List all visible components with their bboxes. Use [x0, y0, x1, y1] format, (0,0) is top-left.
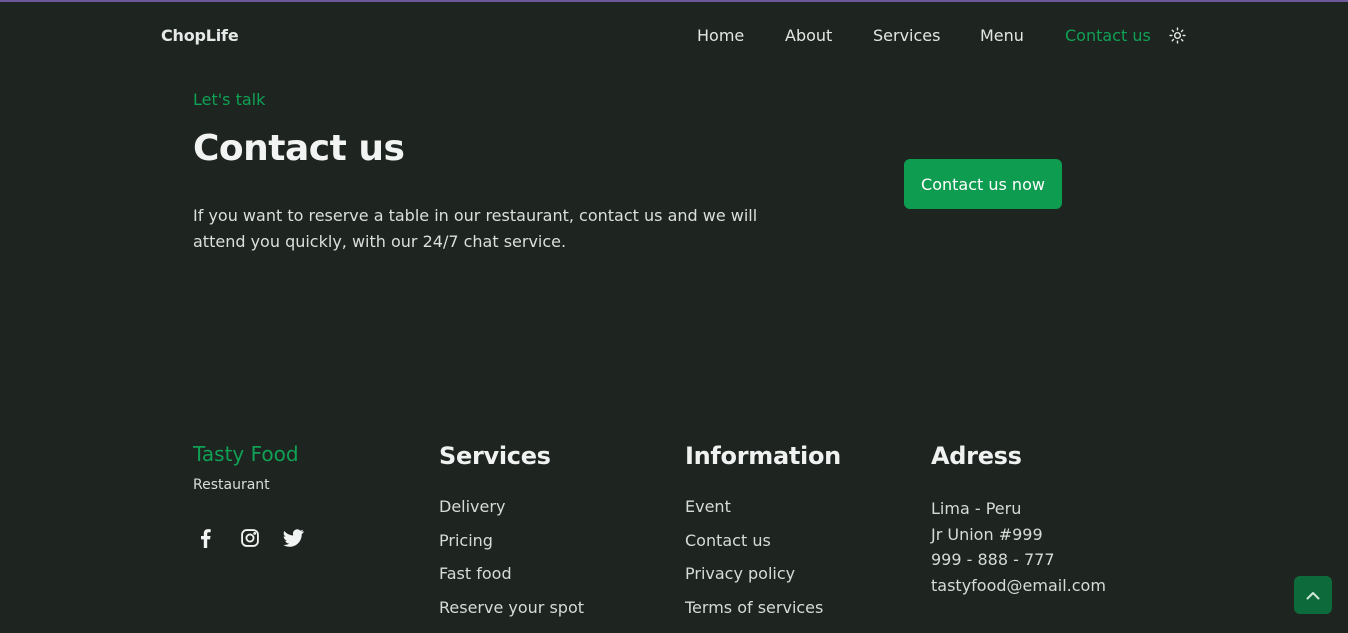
nav-home[interactable]: Home	[697, 26, 744, 45]
chevron-up-icon	[1306, 591, 1320, 599]
twitter-icon[interactable]	[281, 526, 305, 550]
footer-link-delivery[interactable]: Delivery	[439, 497, 505, 516]
nav-contact[interactable]: Contact us	[1065, 26, 1151, 45]
address-city: Lima - Peru	[931, 499, 1022, 518]
footer-link-event[interactable]: Event	[685, 497, 731, 516]
nav-services[interactable]: Services	[873, 26, 940, 45]
footer-subtitle: Restaurant	[193, 477, 270, 493]
contact-us-now-button[interactable]: Contact us now	[904, 159, 1062, 209]
footer-information: Information Event Contact us Privacy pol…	[685, 442, 915, 630]
scroll-to-top-button[interactable]	[1294, 576, 1332, 614]
footer-brand: Tasty Food	[193, 442, 299, 466]
footer-link-pricing[interactable]: Pricing	[439, 531, 493, 550]
address-heading: Adress	[931, 442, 1022, 470]
footer-link-terms[interactable]: Terms of services	[685, 598, 823, 617]
page-title: Contact us	[193, 128, 405, 169]
footer-link-privacy[interactable]: Privacy policy	[685, 564, 795, 583]
main-nav: Home About Services Menu Contact us	[0, 26, 1348, 50]
footer-address: Adress Lima - Peru Jr Union #999 999 - 8…	[931, 442, 1161, 598]
services-heading: Services	[439, 442, 551, 470]
section-description: If you want to reserve a table in our re…	[193, 206, 758, 251]
sun-icon[interactable]	[1169, 27, 1186, 44]
address-email: tastyfood@email.com	[931, 575, 1106, 595]
instagram-icon[interactable]	[238, 526, 262, 550]
information-heading: Information	[685, 442, 841, 470]
footer-link-contact[interactable]: Contact us	[685, 531, 771, 550]
address-street: Jr Union #999	[931, 524, 1043, 544]
address-phone: 999 - 888 - 777	[931, 550, 1055, 569]
nav-about[interactable]: About	[785, 26, 832, 45]
footer-services: Services Delivery Pricing Fast food Rese…	[439, 442, 669, 630]
nav-menu[interactable]: Menu	[980, 26, 1024, 45]
section-eyebrow: Let's talk	[193, 90, 266, 109]
facebook-icon[interactable]	[193, 526, 217, 550]
footer-link-reserve[interactable]: Reserve your spot	[439, 598, 584, 617]
footer-link-fast-food[interactable]: Fast food	[439, 564, 512, 583]
